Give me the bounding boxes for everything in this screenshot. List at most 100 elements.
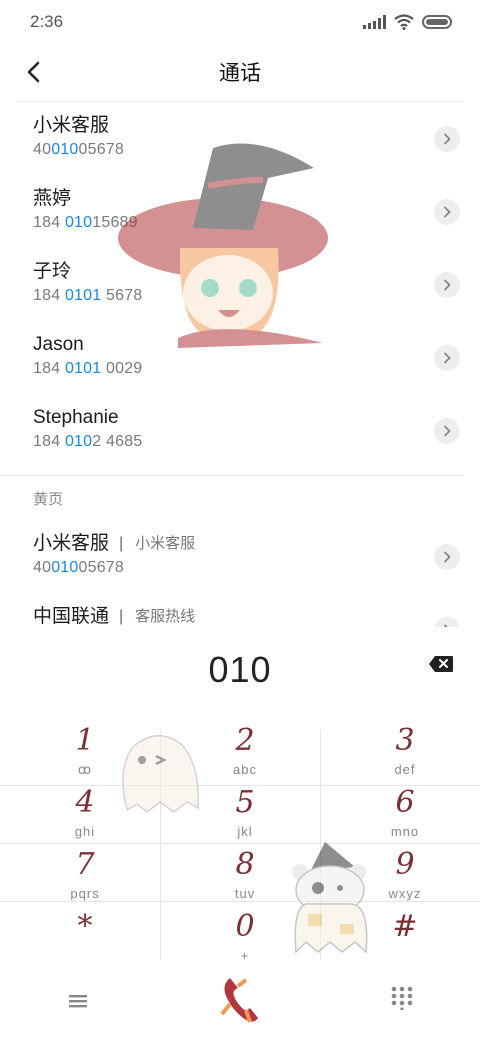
number-part: 2 4685 [92,433,143,450]
key-digit: 0 [235,909,255,944]
contact-name: 燕婷 [33,188,72,209]
key-7[interactable]: 7 pqrs [5,844,165,904]
key-1[interactable]: 1 ꝏ [5,720,165,780]
backspace-icon[interactable] [428,655,454,673]
key-letters: mno [390,824,420,839]
yp-tag: 客服热线 [135,608,196,625]
header: 通话 [0,44,480,100]
bottom-bar [0,968,480,1032]
key-digit: * [77,909,93,944]
chevron-right-icon [444,352,451,364]
contact-detail-button[interactable] [434,199,460,225]
contact-detail-button[interactable] [434,345,460,371]
number-part: 05678 [78,559,124,576]
status-time: 2:36 [30,12,64,31]
key-digit: 3 [395,723,415,758]
chevron-left-icon [27,61,40,83]
contact-name: Stephanie [33,407,119,428]
contact-name: Jason [33,334,84,355]
contact-row[interactable]: 子玲 184 0101 5678 [0,248,480,321]
key-4[interactable]: 4 ghi [5,782,165,842]
signal-icon [363,15,386,29]
contact-name: 小米客服 [33,115,110,136]
number-part: 184 [33,214,65,231]
dial-keypad: 1 ꝏ 2 abc 3 def 4 ghi 5 jkl 6 mno 7 pqrs… [0,720,480,963]
chevron-right-icon [444,425,451,437]
number-part: 0029 [101,360,143,377]
number-part: 184 [33,287,65,304]
contact-row[interactable]: 燕婷 184 01015689 [0,175,480,248]
menu-icon[interactable] [64,990,92,1012]
key-letters: jkl [237,824,253,839]
wifi-icon [394,14,414,30]
yellow-page-row[interactable]: 小米客服 | 小米客服 4001005678 [0,520,480,593]
contact-detail-button[interactable] [434,272,460,298]
key-letters: abc [233,762,257,777]
dial-input-display[interactable]: 010 [0,645,480,695]
key-5[interactable]: 5 jkl [165,782,325,842]
chevron-right-icon [444,133,451,145]
key-0[interactable]: 0 + [165,906,325,966]
key-6[interactable]: 6 mno [325,782,480,842]
key-digit: 2 [235,723,255,758]
page-title: 通话 [219,62,261,85]
contact-number: 4001005678 [33,141,480,159]
contact-detail-button[interactable] [434,418,460,444]
key-9[interactable]: 9 wxyz [325,844,480,904]
contact-number: 184 0101 0029 [33,360,480,378]
key-digit: 5 [235,785,255,820]
yp-name: 小米客服 [33,533,110,554]
contact-detail-button[interactable] [434,126,460,152]
key-letters: + [240,948,250,963]
battery-icon [422,15,452,29]
yellow-page-detail-button[interactable] [434,544,460,570]
contact-number: 184 01015689 [33,214,480,232]
number-match: 0101 [64,287,102,304]
separator: | [119,535,124,552]
yp-name: 中国联通 [33,606,110,627]
yp-tag: 小米客服 [135,535,196,552]
key-letters: wxyz [388,886,422,901]
contact-name: 子玲 [33,261,72,282]
back-button[interactable] [16,54,52,90]
key-digit: 7 [75,847,95,882]
number-match: 010 [64,214,93,231]
key-digit: 4 [75,785,95,820]
number-part: 184 [33,360,65,377]
key-letters: pqrs [70,886,100,901]
number-part: 05678 [78,141,124,158]
number-part: 15689 [92,214,138,231]
key-2[interactable]: 2 abc [165,720,325,780]
contact-row[interactable]: Stephanie 184 0102 4685 [0,394,480,467]
voicemail-icon: ꝏ [77,762,93,777]
key-3[interactable]: 3 def [325,720,480,780]
key-letters: tuv [234,886,256,901]
yellow-pages-title: 黄页 [33,491,64,508]
search-results: 小米客服 4001005678 燕婷 184 01015689 子玲 184 0… [0,102,480,627]
chevron-right-icon [444,624,448,627]
chevron-right-icon [444,551,451,563]
keypad-icon[interactable] [390,986,414,1010]
status-icons [363,14,452,30]
number-match: 010 [64,433,93,450]
key-8[interactable]: 8 tuv [165,844,325,904]
separator: | [119,608,124,625]
yellow-page-row[interactable]: 中国联通 | 客服热线 [0,593,480,627]
section-divider [0,475,464,476]
contact-number: 184 0101 5678 [33,287,480,305]
contact-row[interactable]: 小米客服 4001005678 [0,102,480,175]
contact-row[interactable]: Jason 184 0101 0029 [0,321,480,394]
key-hash[interactable]: # [325,906,480,966]
number-match: 010 [51,141,79,158]
chevron-right-icon [444,206,451,218]
contact-number: 184 0102 4685 [33,433,480,451]
key-digit: 8 [235,847,255,882]
number-match: 010 [51,559,79,576]
dial-call-icon[interactable] [216,974,264,1026]
key-letters: ghi [74,824,96,839]
key-star[interactable]: * [5,906,165,966]
key-letters: def [394,762,416,777]
number-match: 0101 [64,360,102,377]
number-part: 40 [33,559,52,576]
number-part: 184 [33,433,65,450]
